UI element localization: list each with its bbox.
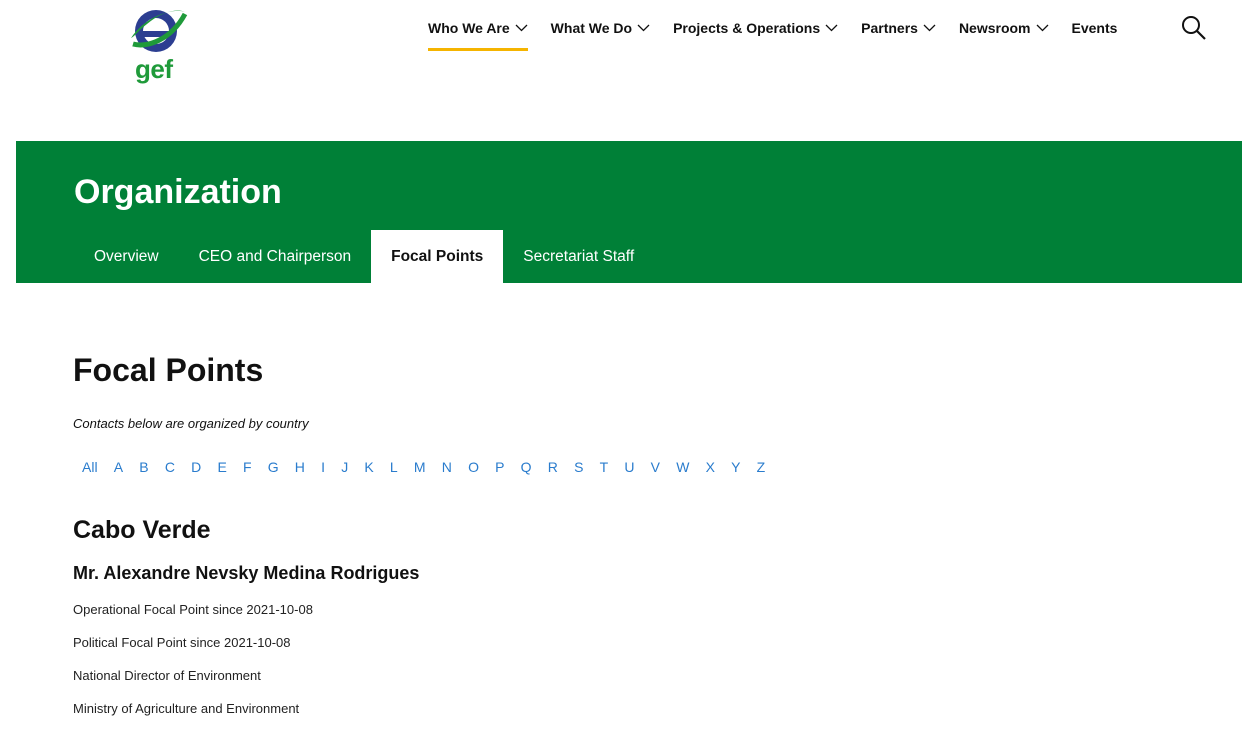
- alphabet-link-r[interactable]: R: [548, 459, 558, 475]
- nav-label: Who We Are: [428, 20, 510, 36]
- alphabet-link-y[interactable]: Y: [731, 459, 740, 475]
- chevron-down-icon: [825, 24, 838, 32]
- chevron-down-icon: [1036, 24, 1048, 32]
- site-header: gef Who We Are What We Do Projects & Ope…: [0, 0, 1255, 100]
- nav-partners[interactable]: Partners: [861, 20, 936, 36]
- alphabet-link-d[interactable]: D: [191, 459, 201, 475]
- chevron-down-icon: [515, 24, 528, 32]
- globe-logo-icon: [131, 10, 188, 52]
- section-banner: Organization Overview CEO and Chairperso…: [16, 141, 1242, 283]
- alphabet-link-g[interactable]: G: [268, 459, 279, 475]
- page-subtitle: Contacts below are organized by country: [73, 416, 309, 431]
- nav-what-we-do[interactable]: What We Do: [551, 20, 650, 36]
- section-tabs: Overview CEO and Chairperson Focal Point…: [74, 230, 654, 283]
- alphabet-link-m[interactable]: M: [414, 459, 426, 475]
- alphabet-link-c[interactable]: C: [165, 459, 175, 475]
- nav-who-we-are[interactable]: Who We Are: [428, 20, 528, 51]
- detail-line: National Director of Environment: [73, 668, 261, 683]
- tab-ceo-chairperson[interactable]: CEO and Chairperson: [179, 230, 372, 283]
- nav-newsroom[interactable]: Newsroom: [959, 20, 1049, 36]
- search-icon: [1182, 16, 1206, 40]
- search-button[interactable]: [1181, 15, 1207, 41]
- chevron-down-icon: [923, 24, 936, 32]
- alphabet-link-z[interactable]: Z: [757, 459, 766, 475]
- nav-label: Projects & Operations: [673, 20, 821, 36]
- chevron-down-icon: [637, 24, 650, 32]
- alphabet-link-i[interactable]: I: [321, 459, 325, 475]
- nav-label: Partners: [861, 20, 918, 36]
- alphabet-link-j[interactable]: J: [341, 459, 348, 475]
- alphabet-link-l[interactable]: L: [390, 459, 398, 475]
- nav-projects-operations[interactable]: Projects & Operations: [673, 20, 838, 36]
- alphabet-link-v[interactable]: V: [651, 459, 660, 475]
- alphabet-link-o[interactable]: O: [468, 459, 479, 475]
- tab-focal-points[interactable]: Focal Points: [371, 230, 504, 283]
- alphabet-link-t[interactable]: T: [600, 459, 609, 475]
- logo-text: gef: [135, 54, 173, 84]
- nav-label: Newsroom: [958, 20, 1031, 36]
- detail-line: Political Focal Point since 2021-10-08: [73, 635, 291, 650]
- main-content: Focal Points Contacts below are organize…: [73, 350, 1173, 719]
- tab-overview[interactable]: Overview: [74, 230, 179, 283]
- alphabet-link-p[interactable]: P: [495, 459, 504, 475]
- detail-line: Operational Focal Point since 2021-10-08: [73, 602, 313, 617]
- person-name: Mr. Alexandre Nevsky Medina Rodrigues: [73, 563, 420, 583]
- alphabet-link-u[interactable]: U: [624, 459, 634, 475]
- gef-logo[interactable]: gef: [127, 4, 189, 88]
- alphabet-link-x[interactable]: X: [706, 459, 715, 475]
- alphabet-link-h[interactable]: H: [295, 459, 305, 475]
- country-heading: Cabo Verde: [73, 516, 211, 544]
- page-title: Focal Points: [73, 352, 264, 388]
- section-title: Organization: [74, 173, 282, 211]
- detail-line: Ministry of Agriculture and Environment: [73, 701, 300, 716]
- tab-secretariat-staff[interactable]: Secretariat Staff: [503, 230, 654, 283]
- alphabet-link-n[interactable]: N: [442, 459, 452, 475]
- alphabet-link-s[interactable]: S: [574, 459, 583, 475]
- alphabet-link-k[interactable]: K: [364, 459, 373, 475]
- alphabet-filter: All A B C D E F G H I J K L M N O P Q R S T U V W X Y Z: [73, 459, 1173, 475]
- nav-events[interactable]: Events: [1072, 20, 1118, 36]
- alphabet-link-f[interactable]: F: [243, 459, 252, 475]
- main-nav: Who We Are What We Do Projects & Operati…: [428, 20, 1140, 51]
- alphabet-link-all[interactable]: All: [82, 459, 98, 475]
- alphabet-link-a[interactable]: A: [114, 459, 123, 475]
- nav-label: What We Do: [550, 20, 633, 36]
- alphabet-link-w[interactable]: W: [676, 459, 689, 475]
- alphabet-link-q[interactable]: Q: [521, 459, 532, 475]
- nav-label: Events: [1071, 20, 1118, 36]
- alphabet-link-b[interactable]: B: [139, 459, 148, 475]
- alphabet-link-e[interactable]: E: [217, 459, 226, 475]
